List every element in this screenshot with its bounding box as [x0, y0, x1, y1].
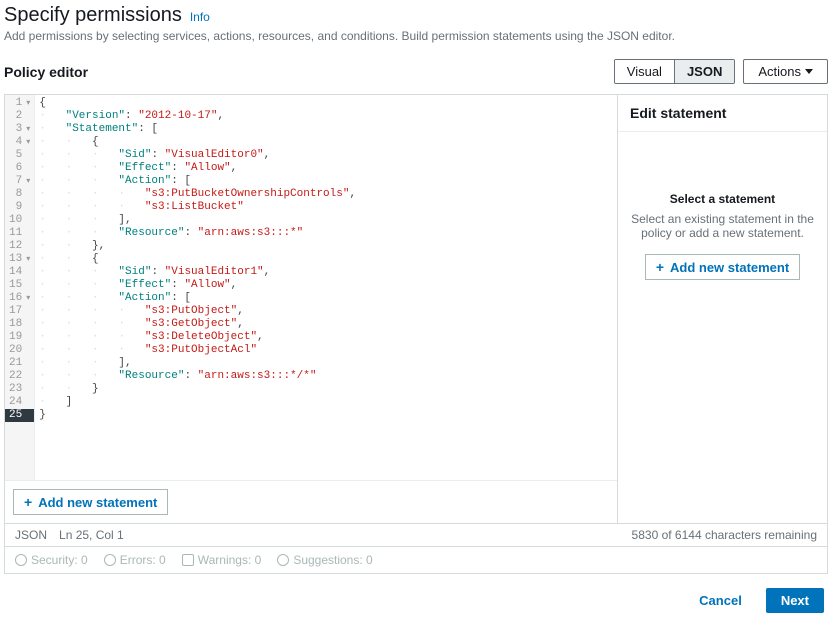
code-line[interactable]: · · · · "s3:PutObject",: [39, 305, 613, 318]
code-line[interactable]: · · · "Resource": "arn:aws:s3:::*": [39, 227, 613, 240]
code-line[interactable]: · · · · "s3:DeleteObject",: [39, 331, 613, 344]
gutter-line: 12: [9, 240, 30, 253]
gutter-line: 19: [9, 331, 30, 344]
gutter-line: 8: [9, 188, 30, 201]
code-line[interactable]: · "Version": "2012-10-17",: [39, 110, 613, 123]
errors-count[interactable]: Errors: 0: [104, 553, 166, 567]
code-line[interactable]: · · },: [39, 240, 613, 253]
code-line[interactable]: · · · ],: [39, 214, 613, 227]
gutter-line: 22: [9, 370, 30, 383]
security-count[interactable]: Security: 0: [15, 553, 88, 567]
code-line[interactable]: · · · "Action": [: [39, 292, 613, 305]
json-toggle-button[interactable]: JSON: [674, 60, 734, 83]
gutter-line: 14: [9, 266, 30, 279]
add-new-statement-button-main[interactable]: + Add new statement: [13, 489, 168, 515]
code-line[interactable]: · · · · "s3:GetObject",: [39, 318, 613, 331]
gutter-line: 5: [9, 149, 30, 162]
gutter-line: 9: [9, 201, 30, 214]
add-new-statement-button-side[interactable]: + Add new statement: [645, 254, 800, 280]
code-line[interactable]: {: [39, 97, 613, 110]
code-line[interactable]: · "Statement": [: [39, 123, 613, 136]
suggestions-count[interactable]: Suggestions: 0: [277, 553, 372, 567]
code-line[interactable]: · · · · "s3:PutObjectAcl": [39, 344, 613, 357]
gutter-line: 1▾: [9, 97, 30, 110]
code-line[interactable]: · · · "Effect": "Allow",: [39, 279, 613, 292]
visual-toggle-button[interactable]: Visual: [615, 60, 674, 83]
code-line[interactable]: · · · "Effect": "Allow",: [39, 162, 613, 175]
error-icon: [104, 554, 116, 566]
select-statement-title: Select a statement: [670, 192, 775, 206]
page-title: Specify permissions: [4, 4, 182, 27]
actions-dropdown-button[interactable]: Actions: [743, 59, 828, 84]
add-statement-label: Add new statement: [38, 495, 157, 510]
code-line[interactable]: · ]: [39, 396, 613, 409]
gutter-line: 20: [9, 344, 30, 357]
code-line[interactable]: · · · · "s3:ListBucket": [39, 201, 613, 214]
edit-statement-heading: Edit statement: [618, 95, 827, 132]
gutter-line: 23: [9, 383, 30, 396]
gutter-line: 7▾: [9, 175, 30, 188]
next-button[interactable]: Next: [766, 588, 824, 613]
shield-icon: [15, 554, 27, 566]
gutter-line: 3▾: [9, 123, 30, 136]
status-cursor: Ln 25, Col 1: [59, 528, 124, 542]
policy-editor-heading: Policy editor: [4, 64, 88, 80]
gutter-line: 13▾: [9, 253, 30, 266]
gutter-line: 21: [9, 357, 30, 370]
code-line[interactable]: · · }: [39, 383, 613, 396]
status-remaining-chars: 5830 of 6144 characters remaining: [632, 528, 817, 542]
bulb-icon: [277, 554, 289, 566]
warnings-count[interactable]: Warnings: 0: [182, 553, 262, 567]
gutter-line: 16▾: [9, 292, 30, 305]
plus-icon: +: [24, 494, 32, 510]
warning-icon: [182, 554, 194, 566]
cancel-button[interactable]: Cancel: [685, 588, 756, 613]
view-toggle: Visual JSON: [614, 59, 736, 84]
actions-label: Actions: [758, 64, 801, 79]
json-code-editor[interactable]: 1▾23▾4▾567▾8910111213▾141516▾17181920212…: [5, 95, 617, 480]
select-statement-desc: Select an existing statement in the poli…: [628, 212, 817, 240]
gutter-line: 11: [9, 227, 30, 240]
info-link[interactable]: Info: [190, 10, 210, 24]
gutter-line: 6: [9, 162, 30, 175]
gutter-line: 25: [5, 409, 34, 422]
gutter-line: 17: [9, 305, 30, 318]
code-line[interactable]: · · {: [39, 253, 613, 266]
page-subtitle: Add permissions by selecting services, a…: [4, 29, 828, 43]
code-line[interactable]: }: [39, 409, 613, 422]
gutter-line: 10: [9, 214, 30, 227]
plus-icon: +: [656, 259, 664, 275]
gutter-line: 24: [9, 396, 30, 409]
code-line[interactable]: · · · · "s3:PutBucketOwnershipControls",: [39, 188, 613, 201]
gutter-line: 18: [9, 318, 30, 331]
gutter-line: 15: [9, 279, 30, 292]
code-line[interactable]: · · {: [39, 136, 613, 149]
status-mode: JSON: [15, 528, 47, 542]
caret-down-icon: [805, 69, 813, 74]
gutter-line: 2: [9, 110, 30, 123]
code-line[interactable]: · · · "Sid": "VisualEditor0",: [39, 149, 613, 162]
code-line[interactable]: · · · "Sid": "VisualEditor1",: [39, 266, 613, 279]
code-line[interactable]: · · · "Action": [: [39, 175, 613, 188]
add-statement-side-label: Add new statement: [670, 260, 789, 275]
code-line[interactable]: · · · "Resource": "arn:aws:s3:::*/*": [39, 370, 613, 383]
gutter-line: 4▾: [9, 136, 30, 149]
code-line[interactable]: · · · ],: [39, 357, 613, 370]
